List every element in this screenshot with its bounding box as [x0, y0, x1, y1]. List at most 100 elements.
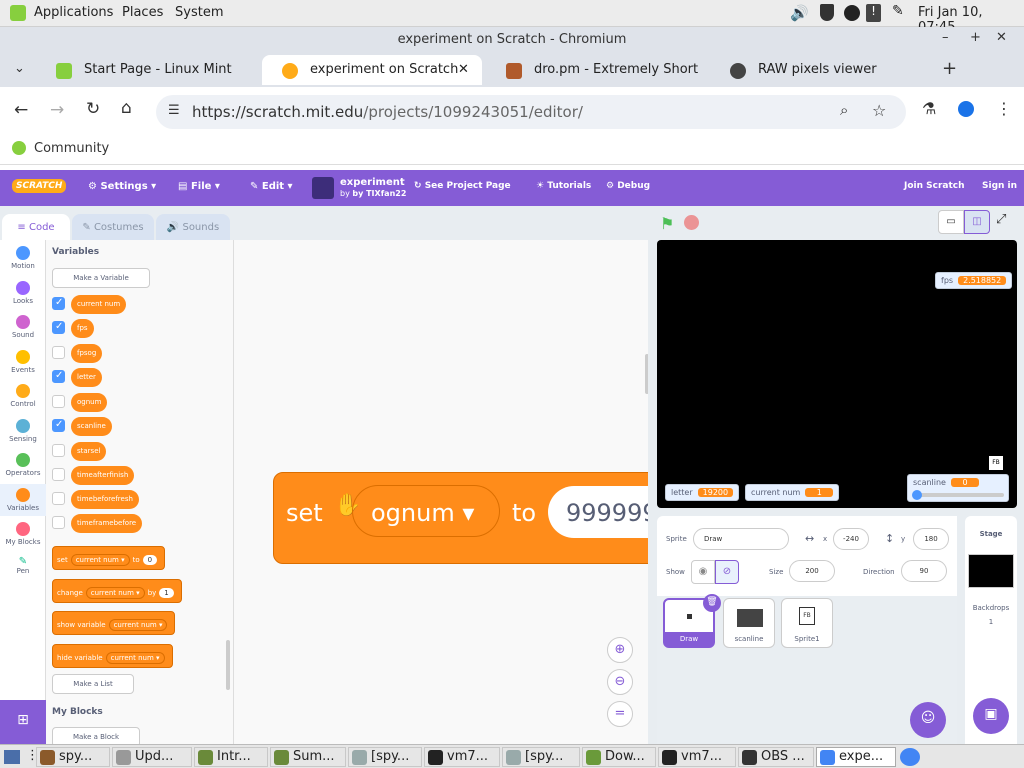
- category-sensing[interactable]: Sensing: [0, 419, 46, 443]
- var-checkbox[interactable]: [52, 492, 65, 505]
- direction-input[interactable]: 90: [901, 560, 947, 582]
- show-variable-block[interactable]: show variable current num ▾: [52, 611, 176, 635]
- monitor-scanline-slider[interactable]: scanline 0: [907, 474, 1009, 502]
- new-tab-icon[interactable]: +: [942, 58, 957, 79]
- variable-dropdown[interactable]: current num ▾: [108, 619, 168, 631]
- taskbar-item[interactable]: expe...: [816, 747, 896, 767]
- project-title[interactable]: experiment: [340, 177, 405, 188]
- var-checkbox[interactable]: [52, 395, 65, 408]
- variable-reporter[interactable]: current num: [71, 295, 127, 314]
- variable-dropdown[interactable]: ognum ▾: [352, 485, 500, 537]
- debug-button[interactable]: ⚙ Debug: [606, 181, 650, 191]
- size-input[interactable]: 200: [789, 560, 835, 582]
- var-checkbox[interactable]: [52, 321, 65, 334]
- add-sprite-icon[interactable]: ☺: [910, 702, 946, 738]
- variable-reporter[interactable]: timeafterfinish: [71, 466, 135, 485]
- large-stage-icon[interactable]: ◫: [964, 210, 990, 234]
- sprite-tile-sprite1[interactable]: FB Sprite1: [781, 598, 833, 648]
- minimize-icon[interactable]: –: [942, 30, 949, 45]
- value-input[interactable]: 1: [159, 588, 174, 598]
- zoom-icon[interactable]: ⌕: [840, 101, 848, 119]
- add-backdrop-icon[interactable]: ▣: [973, 698, 1009, 734]
- browser-menu-icon[interactable]: ⋮: [996, 99, 1012, 118]
- chromium-launcher-icon[interactable]: [900, 748, 920, 766]
- taskbar-item[interactable]: Dow...: [582, 747, 656, 767]
- taskbar-item[interactable]: Sum...: [270, 747, 346, 767]
- show-desktop-icon[interactable]: [4, 750, 20, 764]
- var-checkbox[interactable]: [52, 468, 65, 481]
- stop-icon[interactable]: [684, 215, 699, 230]
- var-checkbox[interactable]: [52, 297, 65, 310]
- delete-sprite-icon[interactable]: 🗑: [703, 594, 721, 612]
- join-button[interactable]: Join Scratch: [904, 181, 965, 191]
- set-variable-block[interactable]: set current num ▾ to 0: [52, 546, 166, 570]
- bookmark-community[interactable]: Community: [34, 141, 109, 156]
- tab-experiment[interactable]: experiment on Scratch ✕: [262, 55, 482, 85]
- tab-list-chevron-icon[interactable]: ⌄: [14, 61, 25, 76]
- menu-places[interactable]: Places: [122, 5, 163, 20]
- var-checkbox[interactable]: [52, 444, 65, 457]
- show-visible-icon[interactable]: ◉: [691, 560, 715, 584]
- category-looks[interactable]: Looks: [0, 281, 46, 305]
- slider-track[interactable]: [914, 493, 1004, 497]
- project-author[interactable]: by by TIXfan22: [340, 189, 406, 198]
- variable-reporter[interactable]: letter: [71, 368, 102, 387]
- monitor-current-num[interactable]: current num 1: [745, 484, 840, 501]
- hide-variable-block[interactable]: hide variable current num ▾: [52, 644, 173, 668]
- show-hidden-icon[interactable]: ⊘: [715, 560, 739, 584]
- signin-button[interactable]: Sign in: [982, 181, 1017, 191]
- labs-flask-icon[interactable]: ⚗: [922, 99, 936, 118]
- tab-dro-pm[interactable]: dro.pm - Extremely Short: [486, 55, 704, 85]
- variable-reporter[interactable]: ognum: [71, 393, 108, 412]
- code-workspace[interactable]: set ✋ ognum ▾ to 999999 ⊕ ⊖ =: [234, 240, 648, 744]
- value-input[interactable]: 0: [142, 555, 158, 565]
- maximize-icon[interactable]: +: [970, 30, 981, 45]
- category-motion[interactable]: Motion: [0, 246, 46, 270]
- tab-costumes[interactable]: ✎ Costumes: [72, 214, 154, 242]
- palette-scrollbar[interactable]: [226, 640, 230, 690]
- profile-icon[interactable]: [958, 101, 974, 117]
- mint-logo-icon[interactable]: [10, 5, 26, 21]
- change-variable-block[interactable]: change current num ▾ by 1: [52, 579, 182, 603]
- variable-dropdown[interactable]: current num ▾: [105, 652, 165, 664]
- taskbar-item[interactable]: Upd...: [112, 747, 192, 767]
- x-input[interactable]: -240: [833, 528, 869, 550]
- file-menu[interactable]: ▤ File ▾: [178, 181, 220, 192]
- taskbar-item[interactable]: [spy...: [502, 747, 580, 767]
- bookmark-star-icon[interactable]: ☆: [872, 101, 886, 120]
- settings-menu[interactable]: ⚙ Settings ▾: [88, 181, 156, 192]
- scratch-logo[interactable]: SCRATCH: [12, 179, 67, 193]
- workspace-set-block[interactable]: set ✋ ognum ▾ to 999999: [273, 472, 648, 564]
- close-icon[interactable]: ✕: [996, 30, 1007, 45]
- tutorials-button[interactable]: ☀ Tutorials: [536, 181, 591, 191]
- taskbar-item[interactable]: [spy...: [348, 747, 422, 767]
- green-flag-icon[interactable]: ⚑: [660, 214, 674, 233]
- variable-reporter[interactable]: timeframebefore: [71, 514, 143, 533]
- slider-handle[interactable]: [912, 490, 922, 500]
- tab-raw-pixels[interactable]: RAW pixels viewer: [710, 55, 920, 85]
- make-list-button[interactable]: Make a List: [52, 674, 134, 694]
- menu-system[interactable]: System: [175, 5, 223, 20]
- sprite-tile-scanline[interactable]: scanline: [723, 598, 775, 648]
- variable-reporter[interactable]: scanline: [71, 417, 112, 436]
- tab-code[interactable]: ≡ Code: [2, 214, 70, 242]
- workspace-scrollbar[interactable]: [645, 354, 648, 394]
- zoom-out-icon[interactable]: ⊖: [607, 669, 633, 695]
- site-info-icon[interactable]: ☰: [168, 103, 180, 118]
- taskbar-item[interactable]: spy...: [36, 747, 110, 767]
- zoom-reset-icon[interactable]: =: [607, 701, 633, 727]
- variable-reporter[interactable]: fps: [71, 319, 94, 338]
- tab-start-page[interactable]: Start Page - Linux Mint: [36, 55, 262, 85]
- category-control[interactable]: Control: [0, 384, 46, 408]
- make-block-button[interactable]: Make a Block: [52, 727, 140, 744]
- alert-icon[interactable]: !: [866, 4, 881, 22]
- tab-close-icon[interactable]: ✕: [458, 62, 469, 77]
- tab-sounds[interactable]: 🔊 Sounds: [156, 214, 230, 242]
- menu-applications[interactable]: Applications: [34, 5, 113, 20]
- vpn-icon[interactable]: [844, 5, 860, 21]
- edit-menu[interactable]: ✎ Edit ▾: [250, 181, 293, 192]
- back-icon[interactable]: ←: [14, 100, 28, 120]
- see-project-button[interactable]: ↻ See Project Page: [414, 181, 511, 191]
- monitor-letter[interactable]: letter 19200: [665, 484, 740, 501]
- var-checkbox[interactable]: [52, 346, 65, 359]
